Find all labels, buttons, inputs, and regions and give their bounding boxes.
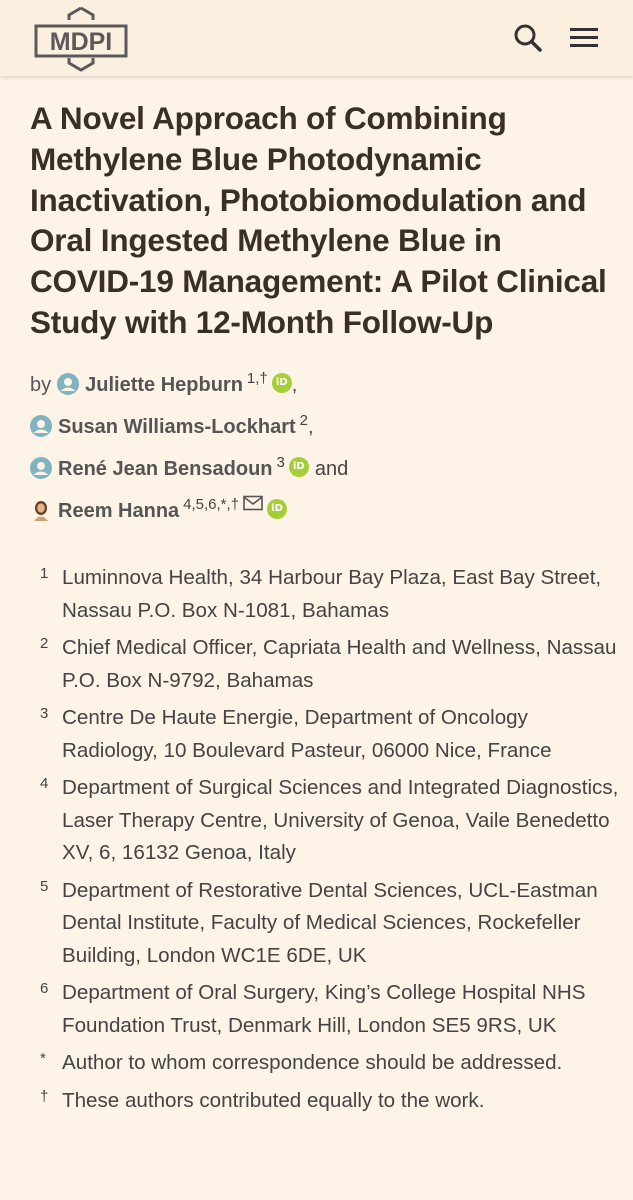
affiliation-marker: 6 [40,980,49,997]
orcid-icon[interactable]: iD [267,498,288,519]
menu-button[interactable] [564,18,604,58]
affiliation-marker: 3 [40,705,49,722]
article-header: A Novel Approach of Combining Methylene … [30,98,610,529]
affiliation-text: Author to whom correspondence should be … [62,1051,563,1074]
search-button[interactable] [508,18,548,58]
user-avatar-icon [30,414,52,437]
affiliation-list: 1 Luminnova Health, 34 Harbour Bay Plaza… [30,562,620,1122]
author-list: by Juliette Hepburn 1,† iD, Susan Williams-… [30,361,610,529]
author-separator: , [308,415,314,438]
mdpi-logo[interactable]: MDPI [30,6,132,72]
orcid-icon[interactable]: iD [271,372,292,393]
affiliation-text: Department of Oral Surgery, King’s Colle… [62,981,586,1037]
affiliation-item: 6 Department of Oral Surgery, King’s Col… [30,977,620,1042]
author-line-2: Susan Williams-Lockhart 2, [30,403,610,445]
affiliation-text: Department of Restorative Dental Science… [62,878,598,967]
author-affil-sup: 3 [276,453,285,471]
affiliation-item: 3 Centre De Haute Energie, Department of… [30,702,620,767]
author-line-4: Reem Hanna 4,5,6,*,† iD [30,487,610,529]
affiliation-item: 4 Department of Surgical Sciences and In… [30,772,620,870]
top-header: MDPI [0,0,633,76]
author-name[interactable]: Susan Williams-Lockhart [58,416,296,438]
affiliation-text: Luminnova Health, 34 Harbour Bay Plaza, … [62,566,602,622]
affiliation-marker: † [40,1087,49,1105]
author-line-1: by Juliette Hepburn 1,† iD, [30,361,610,403]
author-name[interactable]: Reem Hanna [58,500,179,522]
user-avatar-icon [30,456,52,479]
email-icon[interactable] [243,495,263,511]
affiliation-marker: * [40,1050,46,1067]
affiliation-text: Department of Surgical Sciences and Inte… [62,776,619,864]
affiliation-text: Centre De Haute Energie, Department of O… [62,706,552,762]
affiliation-item: 2 Chief Medical Officer, Capriata Health… [30,632,620,697]
author-name[interactable]: Juliette Hepburn [85,374,243,396]
affiliation-item: † These authors contributed equally to t… [30,1085,620,1118]
by-label: by [30,373,52,396]
affiliation-marker: 5 [40,877,49,895]
affiliation-text: Chief Medical Officer, Capriata Health a… [62,636,617,692]
affiliation-marker: 4 [40,775,49,792]
and-label: and [314,457,349,480]
affiliation-marker: 1 [40,565,49,582]
affiliation-item: 1 Luminnova Health, 34 Harbour Bay Plaza… [30,562,620,627]
search-icon [514,24,542,52]
affiliation-item: * Author to whom correspondence should b… [30,1047,620,1080]
author-photo-icon [34,500,48,521]
orcid-icon[interactable]: iD [288,456,309,477]
mdpi-logo-text: MDPI [50,28,113,56]
author-affil-sup: 1,† [246,369,268,387]
article-title: A Novel Approach of Combining Methylene … [30,100,607,340]
author-affil-sup: 4,5,6,*,† [183,495,240,513]
author-line-3: René Jean Bensadoun 3 iD and [30,445,610,487]
user-avatar-icon [57,372,80,395]
author-separator: , [291,373,298,396]
author-name[interactable]: René Jean Bensadoun [58,458,273,480]
author-affil-sup: 2 [299,411,308,429]
hamburger-menu-icon [570,28,598,47]
affiliation-item: 5 Department of Restorative Dental Scien… [30,875,620,973]
affiliation-text: These authors contributed equally to the… [62,1088,485,1112]
affiliation-marker: 2 [40,635,49,652]
